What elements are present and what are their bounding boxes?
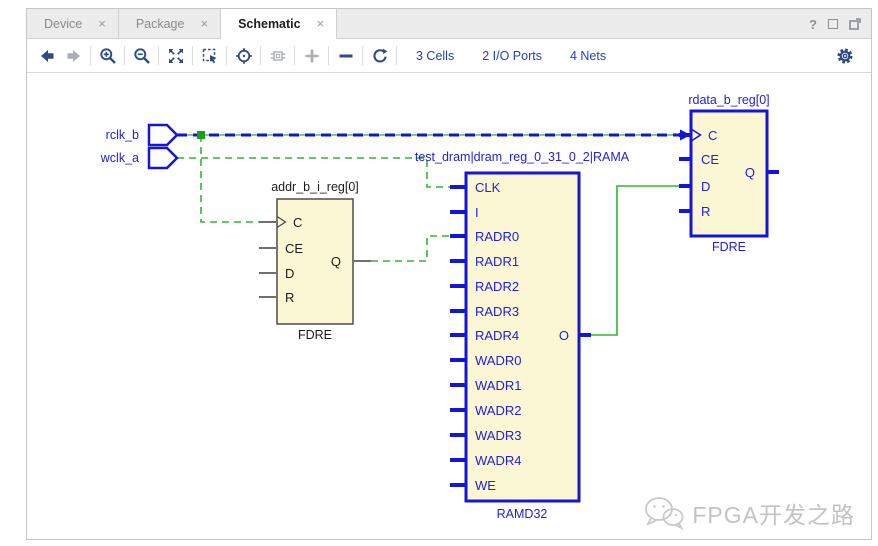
cell-title-ram: test_dram|dram_reg_0_31_0_2|RAMA <box>415 150 630 164</box>
net-rclk-branch-to-addr-c[interactable] <box>201 135 259 222</box>
schematic-toolbar: 3 Cells 2 I/O Ports 4 Nets <box>27 39 871 73</box>
close-icon[interactable]: × <box>200 16 208 31</box>
cells-count-link[interactable]: 3 Cells <box>416 49 454 63</box>
cell-title-rdata: rdata_b_reg[0] <box>688 93 769 107</box>
autofit-selection-button[interactable] <box>230 43 257 69</box>
tab-package[interactable]: Package × <box>119 9 221 39</box>
tab-device-label: Device <box>44 17 82 31</box>
cell-type-addr: FDRE <box>298 328 332 342</box>
pin-label: RADR0 <box>475 229 519 244</box>
cell-addr-b-i-reg[interactable] <box>277 199 353 324</box>
tab-device[interactable]: Device × <box>27 9 119 39</box>
zoom-in-button[interactable] <box>94 43 121 69</box>
toolbar-separator <box>328 46 329 65</box>
port-symbol-rclk-b[interactable] <box>149 125 177 145</box>
pin-label: D <box>285 266 294 281</box>
schematic-window: Device × Package × Schematic × ? <box>26 8 872 540</box>
pin-label: WADR2 <box>475 403 521 418</box>
pin-label: RADR4 <box>475 328 519 343</box>
net-addr-q-to-radr0[interactable] <box>371 236 450 261</box>
back-button[interactable] <box>33 43 60 69</box>
pin-label: WADR1 <box>475 378 521 393</box>
pin-label: O <box>559 328 569 343</box>
close-icon[interactable]: × <box>98 16 106 31</box>
pin-label: R <box>701 204 710 219</box>
tab-schematic-label: Schematic <box>238 17 301 31</box>
float-icon[interactable] <box>849 18 861 30</box>
io-ports-count-link[interactable]: 2 I/O Ports <box>482 49 542 63</box>
toolbar-separator <box>294 46 295 65</box>
tab-strip: Device × Package × Schematic × ? <box>27 9 871 39</box>
add-to-schematic-button[interactable] <box>264 43 291 69</box>
toolbar-separator <box>260 46 261 65</box>
pin-label: WADR0 <box>475 353 521 368</box>
pin-label: WADR4 <box>475 453 521 468</box>
cell-type-rdata: FDRE <box>712 240 746 254</box>
net-junction-dot <box>197 131 205 139</box>
pin-label: RADR3 <box>475 304 519 319</box>
schematic-canvas[interactable]: rclk_b wclk_a addr_b_i_reg[0] C CE D R Q… <box>27 73 871 539</box>
tab-strip-filler <box>337 9 871 39</box>
zoom-out-button[interactable] <box>128 43 155 69</box>
pin-label: Q <box>745 165 755 180</box>
regenerate-layout-button[interactable] <box>366 43 393 69</box>
nets-count-link[interactable]: 4 Nets <box>570 49 606 63</box>
toolbar-separator <box>124 46 125 65</box>
pin-label: C <box>708 128 717 143</box>
toolbar-separator <box>362 46 363 65</box>
cell-title-addr: addr_b_i_reg[0] <box>271 180 359 194</box>
toolbar-separator <box>396 46 397 65</box>
toolbar-separator <box>226 46 227 65</box>
port-label-rclk-b[interactable]: rclk_b <box>106 128 139 142</box>
pin-label: CLK <box>475 180 501 195</box>
forward-button[interactable] <box>60 43 87 69</box>
zoom-to-selection-button[interactable] <box>196 43 223 69</box>
pin-label: WE <box>475 478 496 493</box>
pin-label: Q <box>331 254 341 269</box>
tab-schematic[interactable]: Schematic × <box>221 9 337 39</box>
wechat-logo-icon <box>643 495 685 531</box>
pin-label: I <box>475 205 479 220</box>
pin-label: RADR1 <box>475 254 519 269</box>
settings-gear-icon[interactable] <box>831 43 858 69</box>
net-arrowhead-icon <box>680 130 691 141</box>
pin-label: CE <box>701 152 719 167</box>
toolbar-separator <box>158 46 159 65</box>
pin-label: R <box>285 290 294 305</box>
watermark: FPGA开发之路 <box>643 495 855 531</box>
pin-label: RADR2 <box>475 279 519 294</box>
net-ram-o-to-rdata-d[interactable] <box>591 186 679 335</box>
watermark-text: FPGA开发之路 <box>692 496 855 530</box>
zoom-fit-button[interactable] <box>162 43 189 69</box>
port-symbol-wclk-a[interactable] <box>149 148 177 168</box>
tab-package-label: Package <box>136 17 185 31</box>
pin-label: C <box>293 215 302 230</box>
toolbar-separator <box>192 46 193 65</box>
port-label-wclk-a[interactable]: wclk_a <box>100 151 139 165</box>
collapse-cone-button[interactable] <box>332 43 359 69</box>
pin-label: D <box>701 179 710 194</box>
cell-type-ram: RAMD32 <box>497 507 548 521</box>
help-icon[interactable]: ? <box>809 17 817 32</box>
pin-label: WADR3 <box>475 428 521 443</box>
close-icon[interactable]: × <box>317 16 325 31</box>
expand-cone-button[interactable] <box>298 43 325 69</box>
toolbar-separator <box>90 46 91 65</box>
pin-label: CE <box>285 241 303 256</box>
maximize-icon[interactable] <box>828 19 838 29</box>
